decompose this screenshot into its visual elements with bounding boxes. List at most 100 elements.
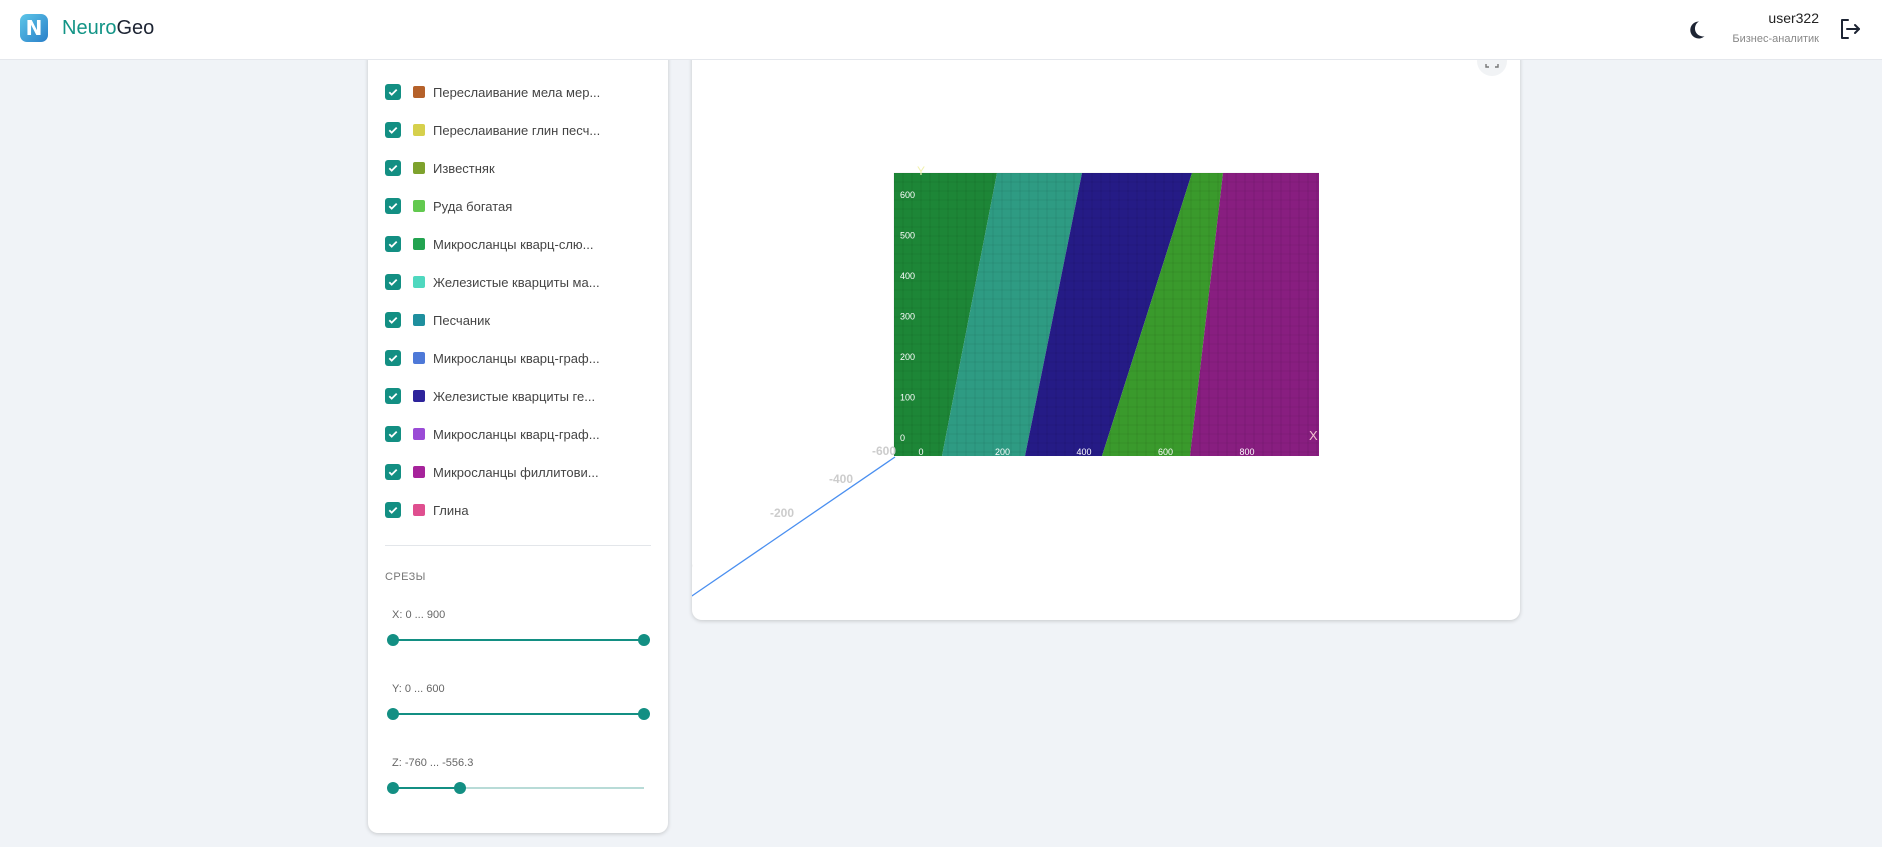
x-tick-label: 800 (1239, 447, 1254, 457)
layer-item[interactable]: Микросланцы кварц-слю... (385, 234, 594, 254)
layer-checkbox[interactable] (385, 122, 401, 138)
x-tick-label: 200 (995, 447, 1010, 457)
brand-name-part2: Geo (116, 17, 155, 39)
layer-color-swatch (413, 238, 425, 250)
layer-checkbox[interactable] (385, 274, 401, 290)
divider (385, 545, 651, 546)
layers-panel: Переслаивание мела мер... Переслаивание г… (368, 0, 668, 833)
layer-checkbox[interactable] (385, 464, 401, 480)
logo-icon[interactable]: N (20, 14, 48, 42)
logout-icon (1841, 19, 1860, 39)
layer-label: Руда богатая (433, 198, 513, 214)
layer-color-swatch (413, 504, 425, 516)
layer-color-swatch (413, 390, 425, 402)
check-icon (388, 354, 398, 362)
layer-label: Переслаивание глин песч... (433, 122, 601, 138)
layer-checkbox[interactable] (385, 198, 401, 214)
slider-fill (393, 787, 461, 789)
brand-name[interactable]: NeuroGeo (62, 17, 154, 40)
model-slice (894, 173, 1319, 456)
z-tick-label: -600 (872, 444, 896, 458)
x-tick-label: 600 (1158, 447, 1173, 457)
theme-toggle-button[interactable] (1684, 18, 1708, 42)
z-axis-ticks: -600 -400 -200 0 (692, 444, 896, 573)
x-tick-label: 400 (1076, 447, 1091, 457)
layer-checkbox[interactable] (385, 236, 401, 252)
check-icon (388, 202, 398, 210)
slice-y-max-handle[interactable] (638, 708, 650, 720)
slice-x-max-handle[interactable] (638, 634, 650, 646)
layer-item[interactable]: Железистые кварциты ге... (385, 386, 595, 406)
layer-item[interactable]: Железистые кварциты ма... (385, 272, 600, 292)
layer-item[interactable]: Глина (385, 500, 469, 520)
y-tick-label: 100 (900, 393, 915, 403)
y-tick-label: 500 (900, 231, 915, 241)
logout-button[interactable] (1838, 17, 1862, 41)
layer-color-swatch (413, 466, 425, 478)
layer-checkbox[interactable] (385, 388, 401, 404)
check-icon (388, 126, 398, 134)
slice-z-min-handle[interactable] (387, 782, 399, 794)
layer-label: Микросланцы кварц-граф... (433, 350, 600, 366)
y-axis-letter: Y (917, 164, 925, 178)
moon-icon (1690, 21, 1705, 39)
layer-item[interactable]: Микросланцы филлитови... (385, 462, 599, 482)
slice-z-max-handle[interactable] (454, 782, 467, 794)
layer-color-swatch (413, 86, 425, 98)
layer-checkbox[interactable] (385, 160, 401, 176)
layer-item[interactable]: Микросланцы кварц-граф... (385, 424, 600, 444)
layer-label: Железистые кварциты ма... (433, 274, 600, 290)
slices-section-title: СРЕЗЫ (385, 571, 426, 583)
layer-color-swatch (413, 352, 425, 364)
layer-label: Глина (433, 502, 469, 518)
check-icon (388, 164, 398, 172)
slice-x-min-handle[interactable] (387, 634, 399, 646)
layer-label: Песчаник (433, 312, 491, 328)
user-info: user322 Бизнес-аналитик (1732, 9, 1819, 47)
slider-fill (393, 713, 644, 715)
layer-label: Переслаивание мела мер... (433, 84, 601, 100)
slice-y-label: Y: 0 ... 600 (392, 683, 445, 695)
layer-item[interactable]: Руда богатая (385, 196, 512, 216)
check-icon (388, 88, 398, 96)
layer-label: Микросланцы кварц-граф... (433, 426, 600, 442)
layer-item[interactable]: Переслаивание глин песч... (385, 120, 600, 140)
layer-label: Микросланцы филлитови... (433, 464, 599, 480)
layer-checkbox[interactable] (385, 502, 401, 518)
y-tick-label: 300 (900, 312, 915, 322)
slice-x-slider[interactable] (387, 634, 650, 646)
check-icon (388, 392, 398, 400)
layer-item[interactable]: Микросланцы кварц-граф... (385, 348, 600, 368)
z-tick-label: -200 (770, 506, 794, 520)
layer-checkbox[interactable] (385, 84, 401, 100)
x-tick-label: 0 (918, 447, 923, 457)
layer-color-swatch (413, 200, 425, 212)
layer-item[interactable]: Известняк (385, 158, 495, 178)
check-icon (388, 278, 398, 286)
layer-color-swatch (413, 162, 425, 174)
3d-viewer[interactable]: 600 500 400 300 200 100 0 0 200 400 600 800 -600 -4… (692, 0, 1520, 620)
y-tick-label: 400 (900, 271, 915, 281)
user-name: user322 (1768, 10, 1819, 26)
y-tick-label: 0 (900, 433, 905, 443)
layer-checkbox[interactable] (385, 312, 401, 328)
layer-item[interactable]: Переслаивание мела мер... (385, 82, 600, 102)
slice-z-slider[interactable] (387, 782, 644, 794)
z-tick-label: -400 (829, 472, 853, 486)
check-icon (388, 316, 398, 324)
slider-fill (393, 639, 644, 641)
layer-color-swatch (413, 124, 425, 136)
z-tick-label: 0 (692, 559, 693, 573)
check-icon (388, 468, 398, 476)
3d-viewport[interactable]: 600 500 400 300 200 100 0 0 200 400 600 800 -600 -4… (692, 0, 1520, 620)
layer-item[interactable]: Песчаник (385, 310, 490, 330)
y-tick-label: 200 (900, 352, 915, 362)
slice-y-min-handle[interactable] (387, 708, 399, 720)
layer-color-swatch (413, 428, 425, 440)
z-axis-line (692, 456, 896, 597)
slice-x-label: X: 0 ... 900 (392, 609, 446, 621)
layer-checkbox[interactable] (385, 426, 401, 442)
user-role: Бизнес-аналитик (1732, 33, 1819, 45)
layer-checkbox[interactable] (385, 350, 401, 366)
slice-y-slider[interactable] (387, 708, 650, 720)
